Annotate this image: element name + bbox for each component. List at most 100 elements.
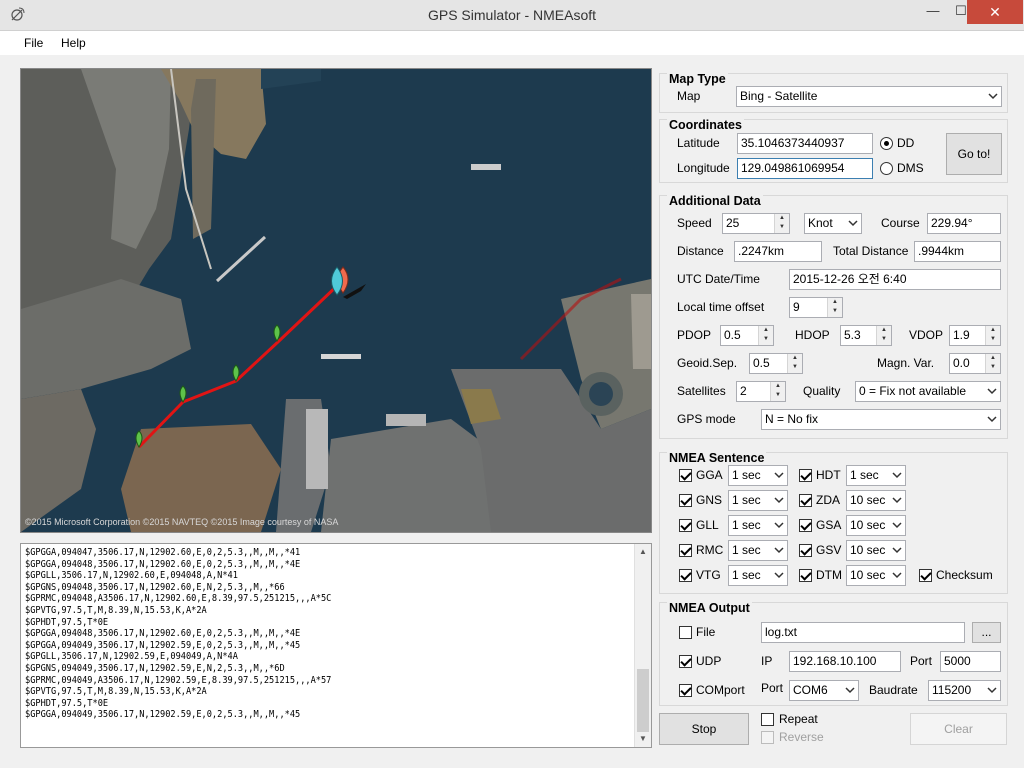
comport-checkbox[interactable] bbox=[679, 684, 692, 697]
local-offset-spinner[interactable]: 9 ▲ ▼ bbox=[789, 297, 843, 318]
pdop-spinner[interactable]: 0.5 ▲ ▼ bbox=[720, 325, 774, 346]
scroll-down-arrow-icon[interactable]: ▼ bbox=[635, 731, 651, 747]
spin-up-icon[interactable]: ▲ bbox=[771, 382, 785, 391]
spin-up-icon[interactable]: ▲ bbox=[828, 298, 842, 307]
spin-down-icon[interactable]: ▼ bbox=[775, 223, 789, 232]
spin-down-icon[interactable]: ▼ bbox=[788, 363, 802, 372]
repeat-checkbox[interactable] bbox=[761, 713, 774, 726]
dtm-checkbox[interactable] bbox=[799, 569, 812, 582]
map-canvas[interactable] bbox=[21, 69, 651, 532]
spin-buttons[interactable]: ▲ ▼ bbox=[827, 298, 842, 317]
gsv-interval-select[interactable]: 10 sec bbox=[846, 540, 906, 561]
nmea-log-line: $GPGGA,094049,3506.17,N,12902.59,E,0,2,5… bbox=[25, 639, 301, 651]
course-input[interactable]: 229.94° bbox=[927, 213, 1001, 234]
spin-up-icon[interactable]: ▲ bbox=[986, 326, 1000, 335]
reverse-label: Reverse bbox=[779, 730, 824, 744]
total-distance-input[interactable]: .9944km bbox=[914, 241, 1001, 262]
clear-button[interactable]: Clear bbox=[910, 713, 1007, 745]
satellite-map[interactable]: ©2015 Microsoft Corporation ©2015 NAVTEQ… bbox=[20, 68, 652, 533]
vtg-checkbox[interactable] bbox=[679, 569, 692, 582]
speed-spinner[interactable]: 25 ▲ ▼ bbox=[722, 213, 790, 234]
spin-buttons[interactable]: ▲ ▼ bbox=[774, 214, 789, 233]
stop-button[interactable]: Stop bbox=[659, 713, 749, 745]
spin-up-icon[interactable]: ▲ bbox=[759, 326, 773, 335]
menu-help[interactable]: Help bbox=[61, 36, 86, 50]
spin-up-icon[interactable]: ▲ bbox=[788, 354, 802, 363]
spin-down-icon[interactable]: ▼ bbox=[877, 335, 891, 344]
map-type-select[interactable]: Bing - Satellite bbox=[736, 86, 1002, 107]
zda-interval-select[interactable]: 10 sec bbox=[846, 490, 906, 511]
gga-interval-select[interactable]: 1 sec bbox=[728, 465, 788, 486]
hdt-interval-select[interactable]: 1 sec bbox=[846, 465, 906, 486]
vtg-interval-select[interactable]: 1 sec bbox=[728, 565, 788, 586]
vdop-spinner[interactable]: 1.9 ▲ ▼ bbox=[949, 325, 1001, 346]
zda-checkbox[interactable] bbox=[799, 494, 812, 507]
hdop-spinner[interactable]: 5.3 ▲ ▼ bbox=[840, 325, 892, 346]
gns-interval-select[interactable]: 1 sec bbox=[728, 490, 788, 511]
distance-input[interactable]: .2247km bbox=[734, 241, 822, 262]
checksum-checkbox[interactable] bbox=[919, 569, 932, 582]
spin-down-icon[interactable]: ▼ bbox=[771, 391, 785, 400]
satellites-spinner[interactable]: 2 ▲ ▼ bbox=[736, 381, 786, 402]
dd-radio[interactable] bbox=[880, 137, 893, 150]
udp-checkbox[interactable] bbox=[679, 655, 692, 668]
nmea-log-textarea[interactable]: $GPGGA,094047,3506.17,N,12902.60,E,0,2,5… bbox=[20, 543, 652, 748]
longitude-input[interactable]: 129.049861069954 bbox=[737, 158, 873, 179]
spin-down-icon[interactable]: ▼ bbox=[986, 335, 1000, 344]
spin-buttons[interactable]: ▲ ▼ bbox=[770, 382, 785, 401]
spin-buttons[interactable]: ▲ ▼ bbox=[985, 326, 1000, 345]
com-port-select[interactable]: COM6 bbox=[789, 680, 859, 701]
spin-up-icon[interactable]: ▲ bbox=[775, 214, 789, 223]
scroll-thumb[interactable] bbox=[637, 669, 649, 732]
gsa-interval-select[interactable]: 10 sec bbox=[846, 515, 906, 536]
spin-up-icon[interactable]: ▲ bbox=[986, 354, 1000, 363]
hdt-checkbox[interactable] bbox=[799, 469, 812, 482]
spin-buttons[interactable]: ▲ ▼ bbox=[985, 354, 1000, 373]
gll-checkbox[interactable] bbox=[679, 519, 692, 532]
dtm-interval-select[interactable]: 10 sec bbox=[846, 565, 906, 586]
rmc-interval-select[interactable]: 1 sec bbox=[728, 540, 788, 561]
spin-buttons[interactable]: ▲ ▼ bbox=[758, 326, 773, 345]
satellites-label: Satellites bbox=[677, 384, 726, 398]
gll-interval-select[interactable]: 1 sec bbox=[728, 515, 788, 536]
spin-buttons[interactable]: ▲ ▼ bbox=[876, 326, 891, 345]
goto-button[interactable]: Go to! bbox=[946, 133, 1002, 175]
gps-mode-select[interactable]: N = No fix bbox=[761, 409, 1001, 430]
dms-radio[interactable] bbox=[880, 162, 893, 175]
spin-up-icon[interactable]: ▲ bbox=[877, 326, 891, 335]
scroll-up-arrow-icon[interactable]: ▲ bbox=[635, 544, 651, 560]
udp-ip-input[interactable]: 192.168.10.100 bbox=[789, 651, 901, 672]
menu-bar: File Help bbox=[0, 31, 1024, 55]
longitude-label: Longitude bbox=[677, 161, 730, 175]
spin-down-icon[interactable]: ▼ bbox=[828, 307, 842, 316]
magn-var-value: 0.0 bbox=[953, 356, 970, 370]
reverse-checkbox[interactable] bbox=[761, 731, 774, 744]
minimize-button[interactable]: — bbox=[918, 0, 948, 24]
rmc-checkbox[interactable] bbox=[679, 544, 692, 557]
chevron-down-icon bbox=[987, 388, 997, 395]
geoid-spinner[interactable]: 0.5 ▲ ▼ bbox=[749, 353, 803, 374]
gns-checkbox[interactable] bbox=[679, 494, 692, 507]
chevron-down-icon bbox=[892, 522, 902, 529]
spin-buttons[interactable]: ▲ ▼ bbox=[787, 354, 802, 373]
close-button[interactable]: ✕ bbox=[967, 0, 1023, 24]
magn-var-spinner[interactable]: 0.0 ▲ ▼ bbox=[949, 353, 1001, 374]
latitude-input[interactable]: 35.1046373440937 bbox=[737, 133, 873, 154]
log-scrollbar[interactable]: ▲ ▼ bbox=[634, 544, 651, 747]
udp-port-input[interactable]: 5000 bbox=[940, 651, 1001, 672]
baudrate-select[interactable]: 115200 bbox=[928, 680, 1001, 701]
chevron-down-icon bbox=[892, 572, 902, 579]
file-output-checkbox[interactable] bbox=[679, 626, 692, 639]
log-file-input[interactable]: log.txt bbox=[761, 622, 965, 643]
menu-file[interactable]: File bbox=[24, 36, 43, 50]
quality-select[interactable]: 0 = Fix not available bbox=[855, 381, 1001, 402]
browse-file-button[interactable]: ... bbox=[972, 622, 1001, 643]
gga-checkbox[interactable] bbox=[679, 469, 692, 482]
gsa-checkbox[interactable] bbox=[799, 519, 812, 532]
com-port-value: COM6 bbox=[793, 683, 828, 697]
spin-down-icon[interactable]: ▼ bbox=[986, 363, 1000, 372]
gsv-checkbox[interactable] bbox=[799, 544, 812, 557]
spin-down-icon[interactable]: ▼ bbox=[759, 335, 773, 344]
utc-datetime-input[interactable]: 2015-12-26 오전 6:40 bbox=[789, 269, 1001, 290]
speed-unit-select[interactable]: Knot bbox=[804, 213, 862, 234]
